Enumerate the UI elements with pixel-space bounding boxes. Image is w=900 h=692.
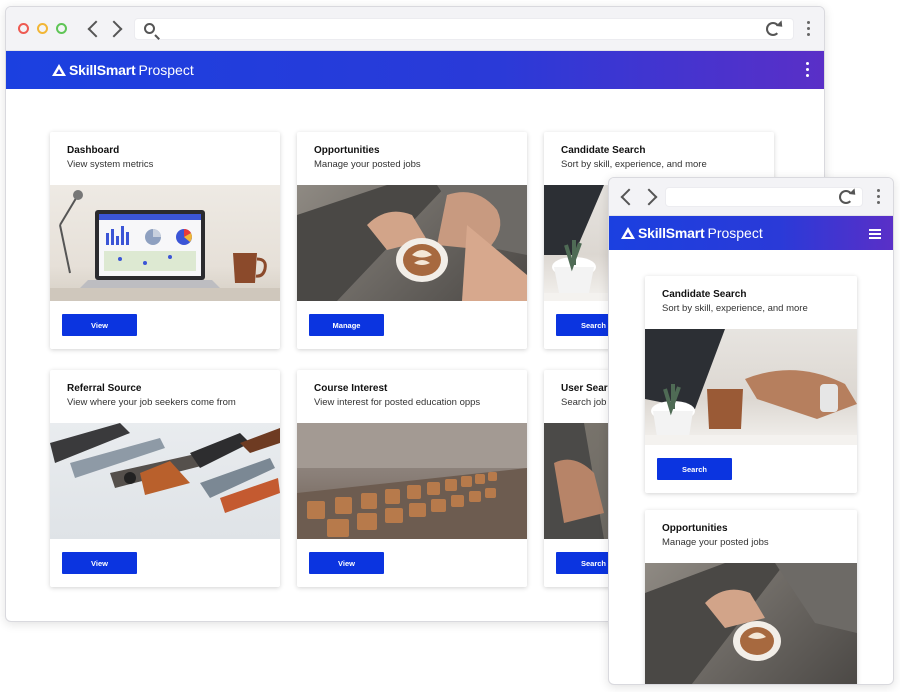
- opportunities-manage-button[interactable]: Manage: [309, 314, 384, 336]
- back-arrow-icon[interactable]: [620, 188, 638, 206]
- tools-photo: [50, 423, 280, 539]
- laptop-coffee-photo: [645, 329, 857, 445]
- card-subtitle: Sort by skill, experience, and more: [662, 303, 808, 314]
- card-dashboard: Dashboard View system metrics View: [50, 132, 280, 349]
- card-title: Dashboard: [67, 145, 120, 156]
- card-subtitle: Sort by skill, experience, and more: [561, 159, 707, 170]
- mobile-browser-toolbar: [609, 178, 893, 216]
- skillsmart-logo-icon: [52, 64, 66, 76]
- hamburger-menu-icon[interactable]: [869, 229, 881, 241]
- card-title: Referral Source: [67, 383, 142, 394]
- laptop-dashboard-photo: [50, 185, 280, 301]
- card-title: Opportunities: [662, 523, 728, 534]
- card-subtitle: View where your job seekers come from: [67, 397, 236, 408]
- address-bar[interactable]: [134, 18, 794, 40]
- back-arrow-icon[interactable]: [87, 20, 105, 38]
- close-window-button[interactable]: [18, 23, 29, 34]
- card-referral-source: Referral Source View where your job seek…: [50, 370, 280, 587]
- mobile-app-header: SkillSmart Prospect: [609, 216, 893, 250]
- dashboard-view-button[interactable]: View: [62, 314, 137, 336]
- app-menu-icon[interactable]: [806, 62, 810, 78]
- card-title: Candidate Search: [561, 145, 646, 156]
- card-subtitle: View interest for posted education opps: [314, 397, 481, 408]
- mobile-card-candidate-search: Candidate Search Sort by skill, experien…: [645, 276, 857, 493]
- card-subtitle: View system metrics: [67, 159, 154, 170]
- card-subtitle: Manage your posted jobs: [314, 159, 421, 170]
- forward-arrow-icon[interactable]: [105, 20, 123, 38]
- barista-latte-photo: [297, 185, 527, 301]
- card-title: Opportunities: [314, 145, 380, 156]
- app-header: SkillSmart Prospect: [6, 51, 824, 89]
- reload-icon[interactable]: [766, 22, 780, 36]
- mobile-browser-window: SkillSmart Prospect Candidate Search Sor…: [608, 177, 894, 685]
- card-title: Candidate Search: [662, 289, 747, 300]
- card-title: Course Interest: [314, 383, 388, 394]
- course-interest-view-button[interactable]: View: [309, 552, 384, 574]
- browser-menu-icon[interactable]: [807, 21, 811, 37]
- card-opportunities: Opportunities Manage your posted jobs Ma…: [297, 132, 527, 349]
- classroom-chairs-photo: [297, 423, 527, 539]
- brand-product: Prospect: [138, 62, 194, 78]
- card-subtitle: Manage your posted jobs: [662, 537, 769, 548]
- card-title: User Searc: [561, 383, 614, 394]
- mobile-address-bar[interactable]: [665, 187, 863, 207]
- minimize-window-button[interactable]: [37, 23, 48, 34]
- referral-view-button[interactable]: View: [62, 552, 137, 574]
- skillsmart-logo-icon: [621, 227, 635, 239]
- browser-toolbar: [6, 7, 824, 51]
- brand-logo[interactable]: SkillSmart Prospect: [52, 62, 194, 78]
- card-course-interest: Course Interest View interest for posted…: [297, 370, 527, 587]
- forward-arrow-icon[interactable]: [640, 188, 658, 206]
- reload-icon[interactable]: [839, 190, 853, 204]
- brand-name: SkillSmart: [638, 225, 705, 241]
- brand-product: Prospect: [707, 225, 763, 241]
- search-icon: [144, 23, 155, 34]
- card-subtitle: Search job: [561, 397, 607, 408]
- brand-logo[interactable]: SkillSmart Prospect: [621, 225, 763, 241]
- mobile-card-opportunities: Opportunities Manage your posted jobs: [645, 510, 857, 684]
- barista-latte-photo: [645, 563, 857, 684]
- brand-name: SkillSmart: [69, 62, 136, 78]
- mobile-candidate-search-button[interactable]: Search: [657, 458, 732, 480]
- browser-menu-icon[interactable]: [877, 189, 881, 205]
- maximize-window-button[interactable]: [56, 23, 67, 34]
